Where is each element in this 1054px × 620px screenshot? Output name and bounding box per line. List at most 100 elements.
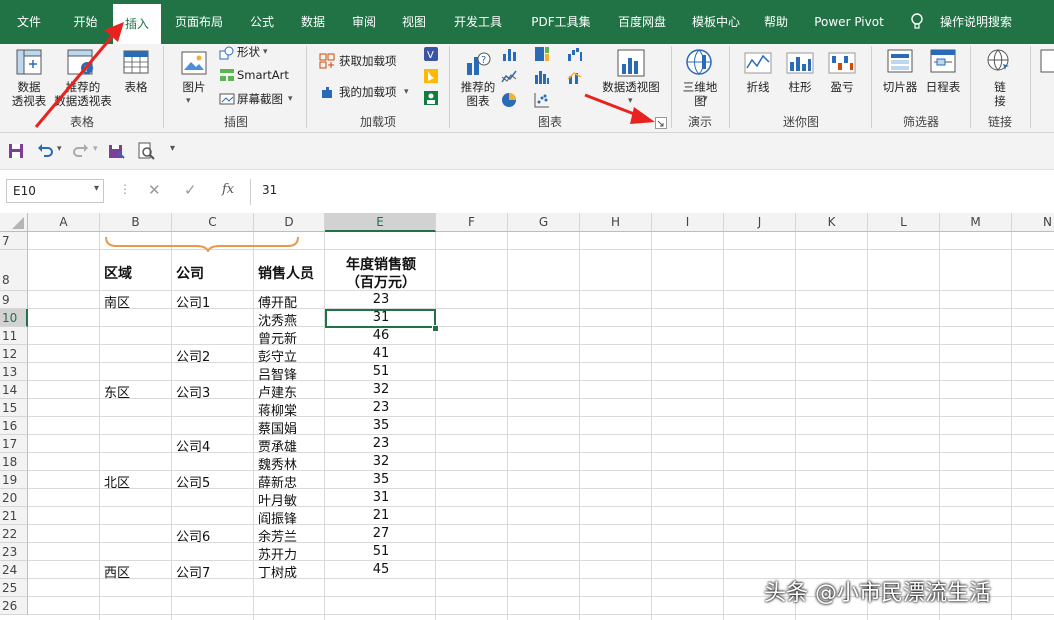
- tab-page-layout[interactable]: 页面布局: [165, 0, 233, 44]
- tab-review[interactable]: 审阅: [341, 0, 387, 44]
- pie-chart-icon[interactable]: [501, 92, 517, 111]
- tab-template-center[interactable]: 模板中心: [683, 0, 749, 44]
- sparkline-winloss-icon[interactable]: [828, 52, 856, 77]
- screenshot-icon[interactable]: [219, 92, 235, 109]
- column-header-e[interactable]: E: [325, 213, 436, 232]
- people-graph-icon[interactable]: [423, 90, 439, 109]
- bing-maps-icon[interactable]: [423, 68, 439, 87]
- row-header-12[interactable]: 12: [0, 345, 28, 363]
- row-header-18[interactable]: 18: [0, 453, 28, 471]
- redo-icon[interactable]: [72, 142, 90, 163]
- my-addins-icon[interactable]: [319, 84, 335, 103]
- column-header-l[interactable]: L: [868, 213, 940, 232]
- table-label[interactable]: 表格: [120, 80, 152, 94]
- column-header-c[interactable]: C: [172, 213, 254, 232]
- column-header-k[interactable]: K: [796, 213, 868, 232]
- row-header-19[interactable]: 19: [0, 471, 28, 489]
- splitter-icon[interactable]: ⋮: [119, 182, 131, 196]
- tab-formulas[interactable]: 公式: [238, 0, 286, 44]
- active-cell-border[interactable]: [325, 309, 436, 328]
- select-all-button[interactable]: [0, 213, 28, 232]
- column-header-f[interactable]: F: [436, 213, 508, 232]
- picture-label[interactable]: 图片: [176, 80, 212, 94]
- sparkline-column-label[interactable]: 柱形: [782, 80, 818, 94]
- row-header-11[interactable]: 11: [0, 327, 28, 345]
- recommended-charts-label[interactable]: 推荐的 图表: [458, 80, 498, 108]
- row-header-26[interactable]: 26: [0, 597, 28, 615]
- statistic-chart-icon[interactable]: [534, 69, 550, 88]
- save-as-icon[interactable]: [108, 142, 126, 163]
- save-icon[interactable]: [8, 143, 24, 162]
- table-icon[interactable]: [122, 48, 150, 79]
- row-header-10[interactable]: 10: [0, 309, 28, 327]
- chevron-down-icon[interactable]: ▾: [93, 144, 98, 154]
- pivot-table-icon[interactable]: [15, 48, 43, 79]
- column-header-h[interactable]: H: [580, 213, 652, 232]
- timeline-icon[interactable]: [929, 48, 957, 77]
- smartart-label[interactable]: SmartArt: [237, 67, 289, 83]
- enter-icon[interactable]: ✓: [184, 181, 197, 199]
- text-icon[interactable]: [1040, 48, 1054, 77]
- slicer-label[interactable]: 切片器: [880, 80, 920, 94]
- tab-insert[interactable]: 插入: [113, 4, 161, 44]
- column-header-m[interactable]: M: [940, 213, 1012, 232]
- visio-icon[interactable]: V: [423, 46, 439, 65]
- row-header-21[interactable]: 21: [0, 507, 28, 525]
- my-addins-label[interactable]: 我的加载项: [339, 84, 397, 100]
- waterfall-chart-icon[interactable]: [567, 46, 583, 65]
- tab-file[interactable]: 文件: [0, 0, 58, 44]
- get-addins-label[interactable]: 获取加载项: [339, 53, 397, 69]
- scatter-chart-icon[interactable]: [534, 92, 550, 111]
- combo-chart-icon[interactable]: [567, 69, 583, 88]
- sparkline-line-icon[interactable]: [744, 52, 772, 77]
- 3d-map-label[interactable]: 三维地图: [680, 80, 720, 108]
- sparkline-line-label[interactable]: 折线: [740, 80, 776, 94]
- column-header-n[interactable]: N: [1012, 213, 1054, 232]
- tab-baidu-netdisk[interactable]: 百度网盘: [607, 0, 677, 44]
- shapes-icon[interactable]: [219, 46, 235, 63]
- 3d-map-icon[interactable]: [684, 47, 714, 80]
- line-chart-icon[interactable]: [501, 69, 517, 88]
- column-header-b[interactable]: B: [100, 213, 172, 232]
- pivot-chart-icon[interactable]: [616, 48, 646, 81]
- row-header-9[interactable]: 9: [0, 291, 28, 309]
- tab-power-pivot[interactable]: Power Pivot: [808, 0, 890, 44]
- link-icon[interactable]: [985, 48, 1013, 77]
- row-header-15[interactable]: 15: [0, 399, 28, 417]
- column-chart-icon[interactable]: [501, 46, 517, 65]
- recommended-pivot-icon[interactable]: ?: [66, 48, 96, 79]
- tab-data[interactable]: 数据: [290, 0, 336, 44]
- row-header-23[interactable]: 23: [0, 543, 28, 561]
- name-box[interactable]: E10 ▾: [6, 179, 104, 203]
- recommended-charts-icon[interactable]: ?: [464, 49, 492, 80]
- row-header-14[interactable]: 14: [0, 381, 28, 399]
- row-header-25[interactable]: 25: [0, 579, 28, 597]
- row-header-20[interactable]: 20: [0, 489, 28, 507]
- tab-pdf-tools[interactable]: PDF工具集: [521, 0, 601, 44]
- smartart-icon[interactable]: [219, 68, 235, 85]
- screenshot-label[interactable]: 屏幕截图: [237, 91, 283, 107]
- chevron-down-icon[interactable]: ▾: [57, 144, 62, 154]
- column-header-a[interactable]: A: [28, 213, 100, 232]
- row-header-17[interactable]: 17: [0, 435, 28, 453]
- formula-input[interactable]: 31: [262, 183, 277, 197]
- sparkline-column-icon[interactable]: [786, 52, 814, 77]
- print-preview-icon[interactable]: [137, 142, 155, 163]
- pivot-chart-label[interactable]: 数据透视图: [598, 80, 664, 94]
- shapes-label[interactable]: 形状: [237, 44, 260, 60]
- row-header-24[interactable]: 24: [0, 561, 28, 579]
- chart-dialog-launcher-icon[interactable]: [655, 117, 667, 129]
- insert-function-icon[interactable]: fx: [222, 182, 234, 197]
- timeline-label[interactable]: 日程表: [923, 80, 963, 94]
- fill-handle[interactable]: [432, 325, 439, 332]
- tell-me-search[interactable]: 操作说明搜索: [934, 0, 1018, 44]
- chevron-down-icon[interactable]: ▾: [94, 183, 99, 194]
- slicer-icon[interactable]: [886, 48, 914, 77]
- column-header-g[interactable]: G: [508, 213, 580, 232]
- column-header-d[interactable]: D: [254, 213, 325, 232]
- column-header-j[interactable]: J: [724, 213, 796, 232]
- row-header-16[interactable]: 16: [0, 417, 28, 435]
- link-label[interactable]: 链接: [990, 80, 1010, 108]
- row-header-8[interactable]: 8: [0, 250, 28, 291]
- row-header-7[interactable]: 7: [0, 232, 28, 250]
